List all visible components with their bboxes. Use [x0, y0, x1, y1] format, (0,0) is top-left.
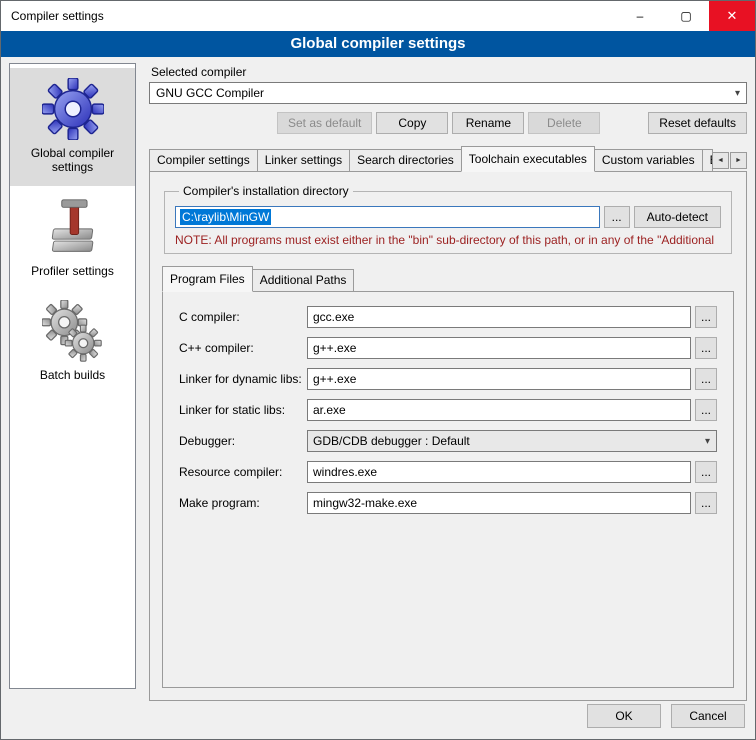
program-tabs: Program Files Additional Paths — [162, 266, 734, 291]
dynamic-linker-label: Linker for dynamic libs: — [179, 372, 307, 386]
make-program-label: Make program: — [179, 496, 307, 510]
scroll-right-icon[interactable]: ► — [730, 152, 747, 169]
static-linker-browse-button[interactable]: ... — [695, 399, 717, 421]
sidebar-item-label: Global compiler settings — [13, 146, 132, 174]
resource-compiler-input[interactable]: windres.exe — [307, 461, 691, 483]
tab-additional-paths[interactable]: Additional Paths — [252, 269, 355, 291]
sidebar-item-profiler-settings[interactable]: Profiler settings — [10, 186, 135, 290]
dialog-body: Global compiler settings Profiler settin… — [1, 57, 755, 701]
set-as-default-button: Set as default — [277, 112, 372, 134]
selected-compiler-value: GNU GCC Compiler — [156, 86, 264, 100]
sidebar-item-batch-builds[interactable]: Batch builds — [10, 290, 135, 394]
browse-directory-button[interactable]: ... — [604, 206, 630, 228]
dialog-footer: OK Cancel — [1, 701, 755, 739]
window-title: Compiler settings — [1, 9, 104, 23]
dynamic-linker-input[interactable]: g++.exe — [307, 368, 691, 390]
tab-custom-variables[interactable]: Custom variables — [594, 149, 703, 171]
profiler-tool-icon — [13, 194, 132, 260]
tab-search-directories[interactable]: Search directories — [349, 149, 462, 171]
close-icon[interactable]: ✕ — [709, 1, 755, 31]
program-files-panel: C compiler: gcc.exe ... C++ compiler: g+… — [162, 291, 734, 688]
make-program-browse-button[interactable]: ... — [695, 492, 717, 514]
title-bar: Compiler settings – ▢ ✕ — [1, 1, 755, 31]
debugger-value: GDB/CDB debugger : Default — [313, 434, 470, 448]
settings-tabs: Compiler settings Linker settings Search… — [149, 146, 747, 171]
spacer — [149, 112, 273, 134]
copy-button[interactable]: Copy — [376, 112, 448, 134]
minimize-icon[interactable]: – — [617, 1, 663, 31]
ok-button[interactable]: OK — [587, 704, 661, 728]
cpp-compiler-label: C++ compiler: — [179, 341, 307, 355]
tab-scroll-buttons: ◄ ► — [712, 152, 747, 171]
blue-gear-icon — [13, 76, 132, 142]
c-compiler-row: C compiler: gcc.exe ... — [179, 306, 717, 328]
debugger-dropdown[interactable]: GDB/CDB debugger : Default ▾ — [307, 430, 717, 452]
installation-directory-row: C:\raylib\MinGW ... Auto-detect — [175, 206, 721, 228]
c-compiler-browse-button[interactable]: ... — [695, 306, 717, 328]
chevron-down-icon: ▾ — [705, 436, 710, 447]
compiler-actions: Set as default Copy Rename Delete Reset … — [149, 112, 747, 134]
window-controls: – ▢ ✕ — [617, 1, 755, 31]
debugger-label: Debugger: — [179, 434, 307, 448]
tab-program-files[interactable]: Program Files — [162, 266, 253, 292]
static-linker-row: Linker for static libs: ar.exe ... — [179, 399, 717, 421]
maximize-icon[interactable]: ▢ — [663, 1, 709, 31]
tab-compiler-settings[interactable]: Compiler settings — [149, 149, 258, 171]
scroll-left-icon[interactable]: ◄ — [712, 152, 729, 169]
tab-toolchain-executables[interactable]: Toolchain executables — [461, 146, 595, 172]
resource-compiler-browse-button[interactable]: ... — [695, 461, 717, 483]
cancel-button[interactable]: Cancel — [671, 704, 745, 728]
make-program-input[interactable]: mingw32-make.exe — [307, 492, 691, 514]
resource-compiler-row: Resource compiler: windres.exe ... — [179, 461, 717, 483]
dynamic-linker-browse-button[interactable]: ... — [695, 368, 717, 390]
cpp-compiler-browse-button[interactable]: ... — [695, 337, 717, 359]
sidebar-item-label: Batch builds — [13, 368, 132, 382]
main-panel: Selected compiler GNU GCC Compiler ▾ Set… — [149, 57, 747, 701]
c-compiler-label: C compiler: — [179, 310, 307, 324]
toolchain-executables-panel: Compiler's installation directory C:\ray… — [149, 171, 747, 701]
make-program-row: Make program: mingw32-make.exe ... — [179, 492, 717, 514]
chevron-down-icon: ▾ — [735, 83, 740, 103]
c-compiler-input[interactable]: gcc.exe — [307, 306, 691, 328]
installation-directory-label: Compiler's installation directory — [179, 184, 353, 198]
dynamic-linker-row: Linker for dynamic libs: g++.exe ... — [179, 368, 717, 390]
cpp-compiler-row: C++ compiler: g++.exe ... — [179, 337, 717, 359]
selected-compiler-dropdown[interactable]: GNU GCC Compiler ▾ — [149, 82, 747, 104]
selected-compiler-label: Selected compiler — [151, 65, 747, 79]
static-linker-input[interactable]: ar.exe — [307, 399, 691, 421]
installation-directory-value: C:\raylib\MinGW — [180, 209, 271, 225]
settings-category-list: Global compiler settings Profiler settin… — [9, 63, 136, 689]
compiler-settings-window: Compiler settings – ▢ ✕ Global compiler … — [0, 0, 756, 740]
bin-subdirectory-note: NOTE: All programs must exist either in … — [175, 233, 721, 247]
debugger-row: Debugger: GDB/CDB debugger : Default ▾ — [179, 430, 717, 452]
sidebar-item-global-compiler-settings[interactable]: Global compiler settings — [10, 68, 135, 186]
tab-linker-settings[interactable]: Linker settings — [257, 149, 350, 171]
installation-directory-group: Compiler's installation directory C:\ray… — [164, 184, 732, 254]
page-title: Global compiler settings — [1, 31, 755, 57]
installation-directory-input[interactable]: C:\raylib\MinGW — [175, 206, 600, 228]
cpp-compiler-input[interactable]: g++.exe — [307, 337, 691, 359]
delete-button: Delete — [528, 112, 600, 134]
sidebar-item-label: Profiler settings — [13, 264, 132, 278]
gray-gears-icon — [13, 298, 132, 364]
rename-button[interactable]: Rename — [452, 112, 524, 134]
static-linker-label: Linker for static libs: — [179, 403, 307, 417]
auto-detect-button[interactable]: Auto-detect — [634, 206, 721, 228]
reset-defaults-button[interactable]: Reset defaults — [648, 112, 747, 134]
resource-compiler-label: Resource compiler: — [179, 465, 307, 479]
